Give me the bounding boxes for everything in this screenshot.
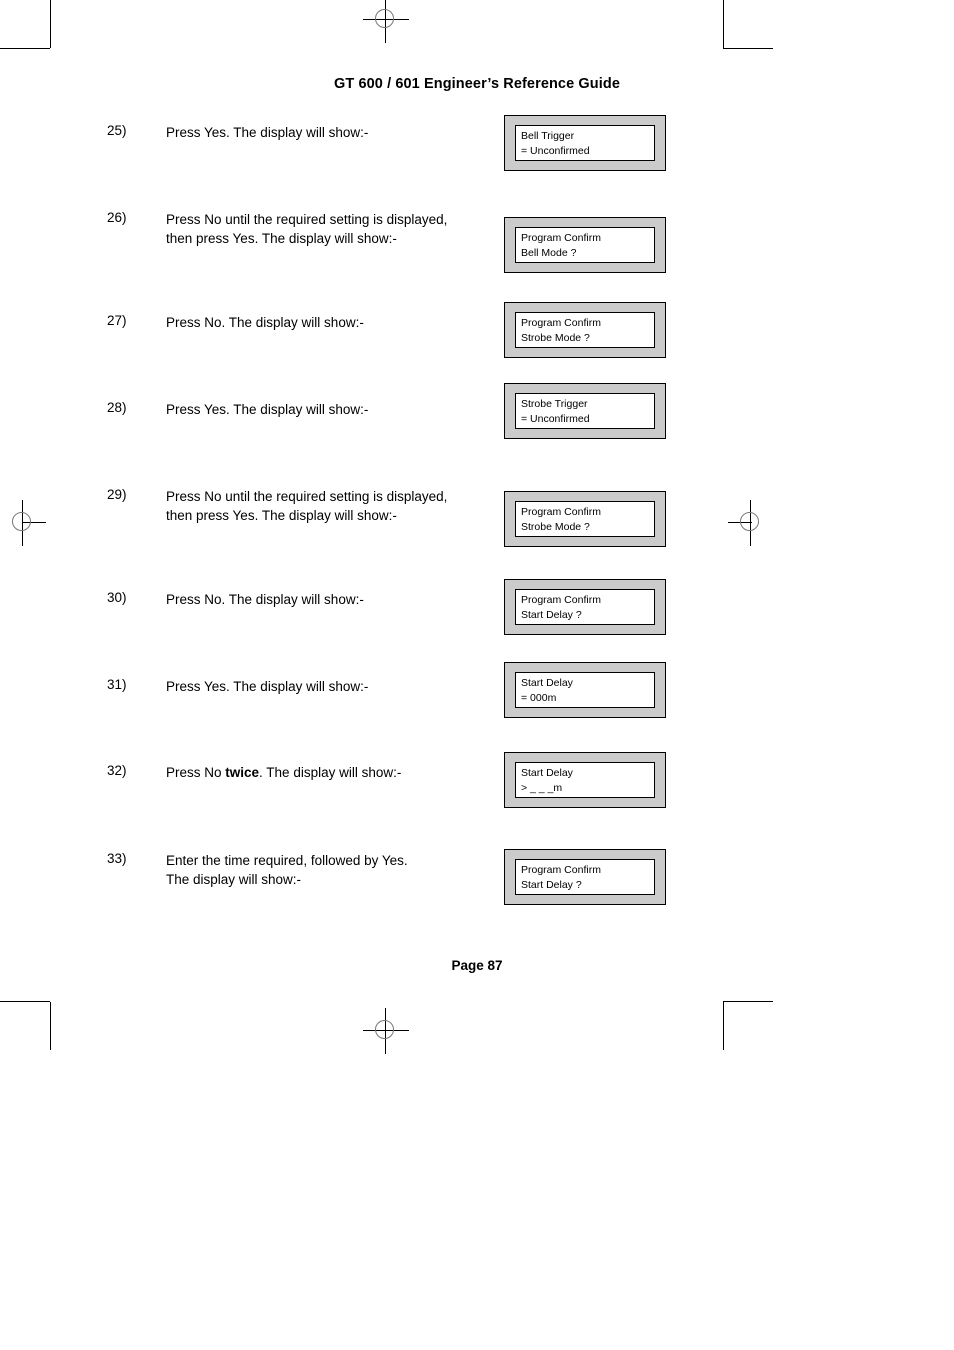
lcd-display: Program Confirm Start Delay ? — [504, 579, 666, 635]
lcd-line-1: Program Confirm — [521, 594, 601, 606]
lcd-line-1: Start Delay — [521, 767, 573, 779]
step-instruction: Press Yes. The display will show:- — [166, 400, 496, 419]
step-instruction-line: Press No. The display will show:- — [166, 592, 364, 607]
step-number: 31) — [107, 677, 127, 692]
registration-mark-left — [0, 500, 46, 546]
crop-mark-top-left-horizontal — [0, 48, 50, 49]
lcd-display: Bell Trigger = Unconfirmed — [504, 115, 666, 171]
crop-mark-bottom-left-vertical — [50, 1002, 51, 1050]
crop-mark-bottom-left-horizontal — [0, 1001, 50, 1002]
lcd-line-2: = Unconfirmed — [521, 145, 590, 157]
crop-mark-bottom-right-horizontal — [723, 1001, 773, 1002]
step-instruction-line: The display will show:- — [166, 872, 302, 887]
lcd-line-1: Program Confirm — [521, 232, 601, 244]
step-instruction: Press No until the required setting is d… — [166, 487, 496, 525]
lcd-display: Program Confirm Start Delay ? — [504, 849, 666, 905]
step-instruction-line: Press No. The display will show:- — [166, 315, 364, 330]
lcd-line-1: Start Delay — [521, 677, 573, 689]
lcd-screen: Bell Trigger = Unconfirmed — [515, 125, 655, 161]
lcd-display: Start Delay = 000m — [504, 662, 666, 718]
registration-mark-right — [728, 500, 774, 546]
lcd-line-2: > _ _ _m — [521, 782, 563, 794]
step-number: 29) — [107, 487, 127, 502]
lcd-screen: Strobe Trigger = Unconfirmed — [515, 393, 655, 429]
step-instruction-line: Press Yes. The display will show:- — [166, 679, 369, 694]
registration-mark-bottom — [363, 1008, 409, 1054]
step-number: 25) — [107, 123, 127, 138]
step-instruction-line: then press Yes. The display will show:- — [166, 508, 397, 523]
registration-mark-top — [363, 0, 409, 43]
lcd-line-1: Strobe Trigger — [521, 398, 588, 410]
lcd-line-1: Program Confirm — [521, 317, 601, 329]
lcd-screen: Start Delay = 000m — [515, 672, 655, 708]
lcd-screen: Start Delay > _ _ _m — [515, 762, 655, 798]
lcd-line-1: Program Confirm — [521, 506, 601, 518]
lcd-line-2: = 000m — [521, 692, 557, 704]
step-instruction-line: Enter the time required, followed by Yes… — [166, 853, 408, 868]
lcd-display: Program Confirm Strobe Mode ? — [504, 302, 666, 358]
step-number: 30) — [107, 590, 127, 605]
page-header-title: GT 600 / 601 Engineer’s Reference Guide — [334, 76, 620, 92]
crop-mark-top-left-vertical — [50, 0, 51, 48]
lcd-line-1: Bell Trigger — [521, 130, 575, 142]
page-number-footer: Page 87 — [451, 958, 503, 973]
step-instruction: Press No until the required setting is d… — [166, 210, 496, 248]
lcd-display: Strobe Trigger = Unconfirmed — [504, 383, 666, 439]
lcd-screen: Program Confirm Bell Mode ? — [515, 227, 655, 263]
lcd-screen: Program Confirm Start Delay ? — [515, 859, 655, 895]
step-instruction: Press No twice. The display will show:- — [166, 763, 496, 782]
lcd-line-2: Strobe Mode ? — [521, 332, 590, 344]
step-number: 28) — [107, 400, 127, 415]
lcd-line-2: Start Delay ? — [521, 609, 582, 621]
crop-mark-bottom-right-vertical — [723, 1002, 724, 1050]
step-instruction: Enter the time required, followed by Yes… — [166, 851, 496, 889]
step-number: 27) — [107, 313, 127, 328]
step-instruction-line: Press No twice. The display will show:- — [166, 765, 402, 780]
step-instruction: Press Yes. The display will show:- — [166, 123, 496, 142]
step-instruction: Press Yes. The display will show:- — [166, 677, 496, 696]
document-page: GT 600 / 601 Engineer’s Reference Guide … — [0, 0, 954, 1350]
lcd-screen: Program Confirm Start Delay ? — [515, 589, 655, 625]
crop-mark-top-right-horizontal — [723, 48, 773, 49]
step-instruction-line: Press No until the required setting is d… — [166, 212, 448, 227]
lcd-line-2: Strobe Mode ? — [521, 521, 590, 533]
step-instruction-line: then press Yes. The display will show:- — [166, 231, 397, 246]
step-instruction-line: Press No until the required setting is d… — [166, 489, 448, 504]
lcd-display: Program Confirm Bell Mode ? — [504, 217, 666, 273]
lcd-screen: Program Confirm Strobe Mode ? — [515, 501, 655, 537]
crop-mark-top-right-vertical — [723, 0, 724, 48]
lcd-line-2: Bell Mode ? — [521, 247, 577, 259]
step-instruction-line: Press Yes. The display will show:- — [166, 125, 369, 140]
lcd-line-2: = Unconfirmed — [521, 413, 590, 425]
lcd-line-1: Program Confirm — [521, 864, 601, 876]
step-instruction: Press No. The display will show:- — [166, 590, 496, 609]
step-number: 26) — [107, 210, 127, 225]
step-instruction-line: Press Yes. The display will show:- — [166, 402, 369, 417]
lcd-display: Program Confirm Strobe Mode ? — [504, 491, 666, 547]
step-instruction: Press No. The display will show:- — [166, 313, 496, 332]
lcd-line-2: Start Delay ? — [521, 879, 582, 891]
lcd-display: Start Delay > _ _ _m — [504, 752, 666, 808]
lcd-screen: Program Confirm Strobe Mode ? — [515, 312, 655, 348]
step-number: 32) — [107, 763, 127, 778]
step-number: 33) — [107, 851, 127, 866]
